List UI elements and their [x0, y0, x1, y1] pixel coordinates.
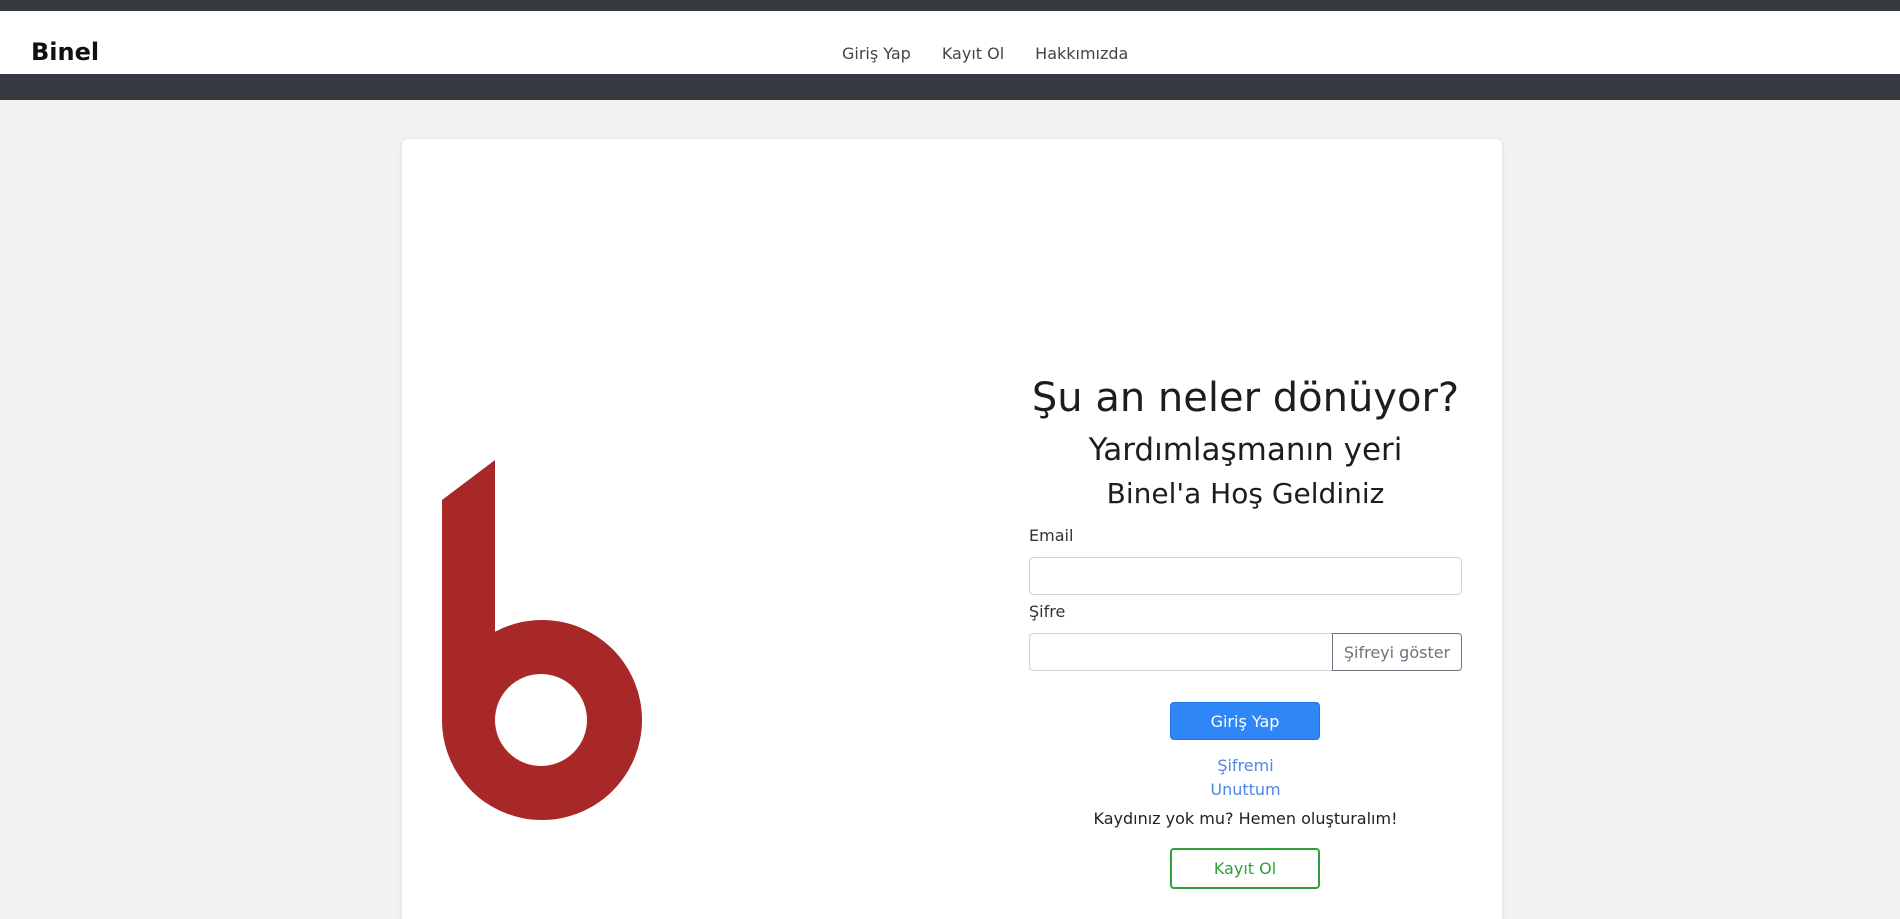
register-button[interactable]: Kayıt Ol — [1170, 848, 1320, 889]
nav-links: Giriş Yap Kayıt Ol Hakkımızda — [842, 44, 1159, 63]
show-password-button[interactable]: Şifreyi göster — [1332, 633, 1462, 671]
page-subtitle: Yardımlaşmanın yeri — [1088, 432, 1403, 468]
logo-stem — [442, 460, 495, 630]
login-form: Şu an neler dönüyor? Yardımlaşmanın yeri… — [1029, 370, 1462, 889]
no-account-text: Kaydınız yok mu? Hemen oluşturalım! — [1093, 809, 1398, 828]
password-field[interactable] — [1029, 633, 1333, 671]
email-label: Email — [1029, 526, 1074, 545]
email-field[interactable] — [1029, 557, 1462, 595]
binel-b-logo-icon — [442, 460, 642, 820]
header-dark-band — [0, 74, 1900, 100]
welcome-heading: Binel'a Hoş Geldiniz — [1106, 477, 1385, 510]
navbar: Binel Giriş Yap Kayıt Ol Hakkımızda — [0, 11, 1900, 74]
page-title: Şu an neler dönüyor? — [1031, 375, 1460, 421]
top-dark-strip — [0, 0, 1900, 11]
password-label: Şifre — [1029, 602, 1066, 621]
logo-stem-join — [442, 620, 495, 720]
nav-link-about[interactable]: Hakkımızda — [1035, 44, 1128, 63]
login-button[interactable]: Giriş Yap — [1170, 702, 1320, 740]
nav-link-login[interactable]: Giriş Yap — [842, 44, 911, 63]
nav-link-register[interactable]: Kayıt Ol — [942, 44, 1004, 63]
brand-logo-text[interactable]: Binel — [31, 38, 99, 66]
forgot-password-link-line2[interactable]: Unuttum — [1029, 778, 1462, 802]
forgot-password-link-line1[interactable]: Şifremi — [1029, 754, 1462, 778]
